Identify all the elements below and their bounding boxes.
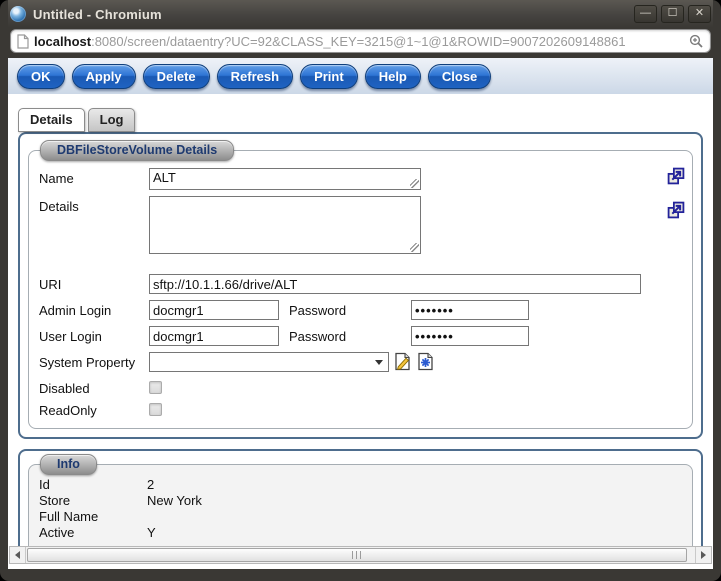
id-label: Id	[39, 477, 147, 493]
info-row-active: Active Y	[39, 525, 682, 541]
details-input[interactable]	[149, 196, 421, 254]
active-label: Active	[39, 525, 147, 541]
user-login-label: User Login	[39, 326, 149, 344]
info-fieldset: Info Id 2 Store New York Full Name Activ…	[28, 464, 693, 554]
disabled-label: Disabled	[39, 378, 149, 396]
dbfilestorevolume-fieldset: DBFileStoreVolume Details Name	[28, 150, 693, 429]
minimize-button[interactable]: —	[634, 5, 657, 23]
store-label: Store	[39, 493, 147, 509]
action-toolbar: OK Apply Delete Refresh Print Help Close	[8, 58, 713, 94]
browser-window: Untitled - Chromium — ☐ ✕ localhost:8080…	[0, 0, 721, 581]
close-button[interactable]: Close	[428, 64, 491, 89]
print-button[interactable]: Print	[300, 64, 358, 89]
scrollbar-thumb[interactable]	[27, 548, 687, 562]
close-window-button[interactable]: ✕	[688, 5, 711, 23]
scrollbar-grip-icon	[352, 551, 363, 559]
uri-input[interactable]	[149, 274, 641, 294]
scroll-right-icon	[701, 551, 706, 559]
url-path: :8080/screen/dataentry?UC=92&CLASS_KEY=3…	[91, 34, 625, 49]
name-row: Name ALT	[39, 168, 682, 190]
admin-login-row: Admin Login Password	[39, 300, 682, 320]
page-content: OK Apply Delete Refresh Print Help Close…	[8, 58, 713, 569]
maximize-button[interactable]: ☐	[661, 5, 684, 23]
url-host: localhost	[34, 34, 91, 49]
expand-name-icon[interactable]	[667, 167, 685, 185]
dropdown-arrow-icon	[375, 360, 383, 365]
refresh-button[interactable]: Refresh	[217, 64, 293, 89]
disabled-row: Disabled	[39, 378, 682, 396]
address-bar-row: localhost:8080/screen/dataentry?UC=92&CL…	[8, 28, 713, 58]
expand-icons-column	[667, 167, 685, 219]
admin-password-label: Password	[289, 300, 411, 318]
details-legend: DBFileStoreVolume Details	[40, 140, 234, 161]
admin-login-label: Admin Login	[39, 300, 149, 318]
uri-label: URI	[39, 274, 149, 292]
name-input[interactable]: ALT	[149, 168, 421, 190]
chromium-icon	[10, 6, 26, 22]
scroll-left-icon	[15, 551, 20, 559]
readonly-row: ReadOnly	[39, 400, 682, 418]
system-property-row: System Property	[39, 352, 682, 372]
details-panel: DBFileStoreVolume Details Name	[18, 132, 703, 439]
user-password-label: Password	[289, 326, 411, 344]
id-value: 2	[147, 477, 154, 493]
title-bar[interactable]: Untitled - Chromium — ☐ ✕	[8, 0, 713, 28]
ok-button[interactable]: OK	[17, 64, 65, 89]
info-row-fullname: Full Name	[39, 509, 682, 525]
tab-bar: Details Log	[18, 108, 713, 132]
user-password-input[interactable]	[411, 326, 529, 346]
window-title: Untitled - Chromium	[33, 7, 162, 22]
address-bar[interactable]: localhost:8080/screen/dataentry?UC=92&CL…	[10, 29, 711, 53]
info-legend: Info	[40, 454, 97, 475]
zoom-magnifier-icon[interactable]	[689, 34, 704, 49]
new-property-icon[interactable]	[416, 352, 435, 371]
tab-details[interactable]: Details	[18, 108, 85, 132]
user-login-input[interactable]	[149, 326, 279, 346]
horizontal-scrollbar[interactable]	[9, 546, 712, 564]
admin-password-input[interactable]	[411, 300, 529, 320]
edit-property-icon[interactable]	[393, 352, 412, 371]
page-icon	[17, 34, 29, 49]
details-label: Details	[39, 196, 149, 214]
info-row-store: Store New York	[39, 493, 682, 509]
scroll-left-button[interactable]	[10, 547, 26, 563]
window-controls: — ☐ ✕	[634, 5, 711, 23]
uri-row: URI	[39, 274, 682, 294]
help-button[interactable]: Help	[365, 64, 421, 89]
name-label: Name	[39, 168, 149, 186]
readonly-label: ReadOnly	[39, 400, 149, 418]
info-row-id: Id 2	[39, 477, 682, 493]
expand-details-icon[interactable]	[667, 201, 685, 219]
store-value: New York	[147, 493, 202, 509]
system-property-label: System Property	[39, 352, 149, 370]
tab-log[interactable]: Log	[88, 108, 136, 132]
readonly-checkbox[interactable]	[149, 403, 162, 416]
delete-button[interactable]: Delete	[143, 64, 210, 89]
admin-login-input[interactable]	[149, 300, 279, 320]
details-row: Details	[39, 196, 682, 254]
active-value: Y	[147, 525, 156, 541]
scroll-right-button[interactable]	[695, 547, 711, 563]
url-text[interactable]: localhost:8080/screen/dataentry?UC=92&CL…	[34, 34, 684, 49]
apply-button[interactable]: Apply	[72, 64, 136, 89]
full-name-label: Full Name	[39, 509, 147, 525]
disabled-checkbox[interactable]	[149, 381, 162, 394]
system-property-select[interactable]	[149, 352, 389, 372]
user-login-row: User Login Password	[39, 326, 682, 346]
